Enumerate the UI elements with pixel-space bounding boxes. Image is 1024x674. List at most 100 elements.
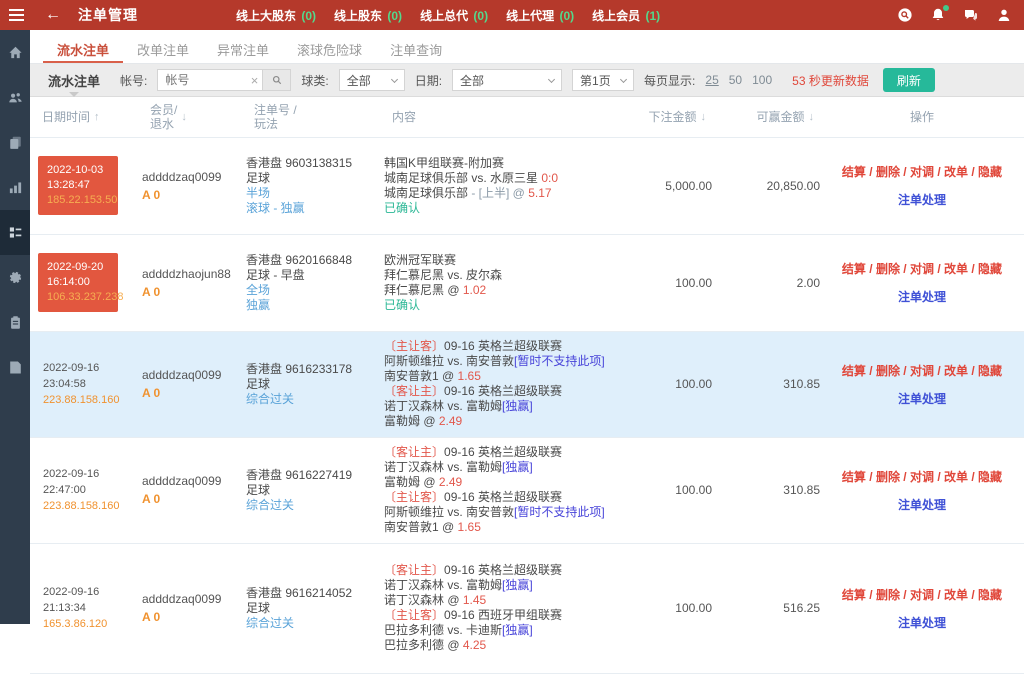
action-process-order[interactable]: 注单处理 (898, 616, 946, 630)
cell-member: addddzhaojun88A 0 (142, 234, 246, 331)
per-page-option[interactable]: 50 (729, 73, 742, 87)
clear-x-icon[interactable]: × (251, 74, 259, 87)
action-modify[interactable]: 改单 (944, 470, 968, 484)
action-swap[interactable]: 对调 (910, 262, 934, 276)
tab-item[interactable]: 滚球危险球 (283, 30, 376, 63)
action-modify[interactable]: 改单 (944, 165, 968, 179)
topnav-link[interactable]: 线上会员 (1) (592, 7, 660, 24)
action-delete[interactable]: 删除 (876, 470, 900, 484)
sidebar-item-settings[interactable] (0, 255, 30, 300)
bet-info-line: 足球 (246, 601, 384, 616)
action-hide[interactable]: 隐藏 (978, 262, 1002, 276)
action-settle[interactable]: 结算 (842, 588, 866, 602)
action-delete[interactable]: 删除 (876, 588, 900, 602)
play-type-link[interactable]: 综合过关 (246, 392, 294, 406)
notifications-bell-icon[interactable] (930, 7, 946, 23)
text-segment: 富勒姆 @ (384, 475, 439, 489)
action-links: 结算 / 删除 / 对调 / 改单 / 隐藏 (820, 163, 1024, 180)
action-delete[interactable]: 删除 (876, 165, 900, 179)
sidebar-item-documents[interactable] (0, 120, 30, 165)
action-separator: / (968, 470, 978, 484)
action-swap[interactable]: 对调 (910, 364, 934, 378)
text-segment: 09-16 英格兰超级联赛 (444, 339, 562, 353)
hamburger-menu-icon[interactable] (9, 6, 24, 24)
cell-actions: 结算 / 删除 / 对调 / 改单 / 隐藏注单处理 (820, 543, 1024, 673)
action-modify[interactable]: 改单 (944, 588, 968, 602)
text-segment: 巴拉多利德 @ (384, 638, 463, 652)
sidebar-item-members[interactable] (0, 75, 30, 120)
bet-info-line: 足球 (246, 483, 384, 498)
action-settle[interactable]: 结算 (842, 470, 866, 484)
tab-item[interactable]: 注单查询 (376, 30, 456, 63)
column-header: 内容 (384, 97, 634, 137)
tab-item[interactable]: 异常注单 (203, 30, 283, 63)
topnav-link[interactable]: 线上股东 (0) (334, 7, 402, 24)
action-process-order[interactable]: 注单处理 (898, 498, 946, 512)
page-select[interactable]: 第1页 (572, 69, 634, 91)
play-type-link[interactable]: 全场 (246, 283, 270, 297)
tab-item[interactable]: 流水注单 (43, 30, 123, 63)
action-swap[interactable]: 对调 (910, 470, 934, 484)
search-icon[interactable] (897, 7, 913, 23)
sort-desc-icon[interactable]: ↓ (809, 111, 815, 123)
action-process-order[interactable]: 注单处理 (898, 290, 946, 304)
topnav-link[interactable]: 线上大股东 (0) (236, 7, 316, 24)
note-icon (8, 360, 23, 375)
per-page-option[interactable]: 25 (705, 73, 718, 87)
action-swap[interactable]: 对调 (910, 165, 934, 179)
sort-desc-icon[interactable]: ↓ (181, 111, 187, 123)
search-button[interactable] (263, 69, 291, 91)
action-delete[interactable]: 删除 (876, 262, 900, 276)
action-process-order[interactable]: 注单处理 (898, 193, 946, 207)
cell-member: addddzaq0099A 0 (142, 437, 246, 543)
action-hide[interactable]: 隐藏 (978, 588, 1002, 602)
action-settle[interactable]: 结算 (842, 262, 866, 276)
cell-win-amount: 310.85 (712, 331, 820, 437)
sort-desc-icon[interactable]: ↓ (701, 111, 707, 123)
action-hide[interactable]: 隐藏 (978, 364, 1002, 378)
play-type-link[interactable]: 综合过关 (246, 616, 294, 630)
action-process-order[interactable]: 注单处理 (898, 392, 946, 406)
sport-select[interactable]: 全部 (339, 69, 405, 91)
messages-icon[interactable] (963, 7, 979, 23)
action-delete[interactable]: 删除 (876, 364, 900, 378)
topnav-link[interactable]: 线上代理 (0) (506, 7, 574, 24)
per-page-option[interactable]: 100 (752, 73, 772, 87)
action-settle[interactable]: 结算 (842, 165, 866, 179)
play-type-link[interactable]: 半场 (246, 186, 270, 200)
column-label: 会员/退水 (150, 103, 177, 131)
sidebar-item-logs[interactable] (0, 345, 30, 390)
topnav-link[interactable]: 线上总代 (0) (420, 7, 488, 24)
action-modify[interactable]: 改单 (944, 262, 968, 276)
text-segment: [暂时不支持此项] (514, 354, 605, 368)
sidebar-item-clipboard[interactable] (0, 300, 30, 345)
play-type-link[interactable]: 独赢 (246, 298, 270, 312)
action-modify[interactable]: 改单 (944, 364, 968, 378)
table-row: 2022-10-0313:28:47185.22.153.50addddzaq0… (30, 137, 1024, 234)
cell-bet-amount: 100.00 (634, 234, 712, 331)
sort-asc-icon[interactable]: ↑ (94, 111, 100, 123)
text-segment: 09-16 英格兰超级联赛 (444, 384, 562, 398)
content-line: 诺丁汉森林 vs. 富勒姆[独赢] (384, 578, 634, 593)
sidebar-item-statistics[interactable] (0, 165, 30, 210)
sidebar-item-orders[interactable] (0, 210, 30, 255)
play-type-link[interactable]: 滚球 - 独赢 (246, 201, 305, 215)
topnav-count: (0) (301, 9, 316, 23)
account-input[interactable] (157, 69, 263, 91)
action-swap[interactable]: 对调 (910, 588, 934, 602)
date-select[interactable]: 全部 (452, 69, 562, 91)
back-arrow-icon[interactable]: ← (45, 7, 61, 23)
bet-info-line: 足球 (246, 377, 384, 392)
time-value: 13:28:47 (47, 178, 118, 193)
topbar-icons (897, 7, 1012, 23)
action-hide[interactable]: 隐藏 (978, 165, 1002, 179)
tab-item[interactable]: 改单注单 (123, 30, 203, 63)
action-settle[interactable]: 结算 (842, 364, 866, 378)
refresh-button[interactable]: 刷新 (883, 68, 935, 92)
play-type-link[interactable]: 综合过关 (246, 498, 294, 512)
bet-info-line: 足球 (246, 171, 384, 186)
user-profile-icon[interactable] (996, 7, 1012, 23)
action-hide[interactable]: 隐藏 (978, 470, 1002, 484)
sidebar-item-home[interactable] (0, 30, 30, 75)
action-links: 结算 / 删除 / 对调 / 改单 / 隐藏 (820, 468, 1024, 485)
